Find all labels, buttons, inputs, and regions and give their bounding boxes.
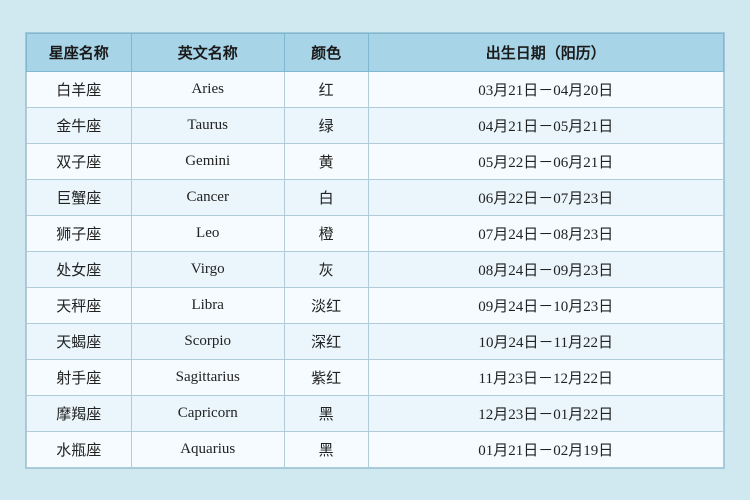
cell-date: 11月23日－12月22日 [368, 359, 724, 395]
cell-color: 白 [284, 179, 368, 215]
cell-english: Scorpio [131, 323, 284, 359]
cell-chinese: 摩羯座 [27, 395, 132, 431]
cell-color: 黑 [284, 395, 368, 431]
cell-color: 深红 [284, 323, 368, 359]
cell-color: 橙 [284, 215, 368, 251]
cell-english: Taurus [131, 107, 284, 143]
header-chinese: 星座名称 [27, 33, 132, 71]
cell-date: 10月24日－11月22日 [368, 323, 724, 359]
cell-chinese: 巨蟹座 [27, 179, 132, 215]
cell-chinese: 天秤座 [27, 287, 132, 323]
cell-english: Cancer [131, 179, 284, 215]
cell-date: 07月24日－08月23日 [368, 215, 724, 251]
cell-date: 06月22日－07月23日 [368, 179, 724, 215]
cell-color: 黑 [284, 431, 368, 467]
table-row: 金牛座Taurus绿04月21日－05月21日 [27, 107, 724, 143]
table-row: 狮子座Leo橙07月24日－08月23日 [27, 215, 724, 251]
cell-chinese: 天蝎座 [27, 323, 132, 359]
cell-color: 紫红 [284, 359, 368, 395]
cell-chinese: 处女座 [27, 251, 132, 287]
table-header-row: 星座名称 英文名称 颜色 出生日期（阳历） [27, 33, 724, 71]
table-row: 双子座Gemini黄05月22日－06月21日 [27, 143, 724, 179]
table-row: 水瓶座Aquarius黑01月21日－02月19日 [27, 431, 724, 467]
cell-date: 05月22日－06月21日 [368, 143, 724, 179]
cell-chinese: 金牛座 [27, 107, 132, 143]
cell-english: Capricorn [131, 395, 284, 431]
table-row: 巨蟹座Cancer白06月22日－07月23日 [27, 179, 724, 215]
table-body: 白羊座Aries红03月21日－04月20日金牛座Taurus绿04月21日－0… [27, 71, 724, 467]
table-row: 天蝎座Scorpio深红10月24日－11月22日 [27, 323, 724, 359]
cell-date: 09月24日－10月23日 [368, 287, 724, 323]
table-row: 射手座Sagittarius紫红11月23日－12月22日 [27, 359, 724, 395]
cell-english: Gemini [131, 143, 284, 179]
cell-date: 12月23日－01月22日 [368, 395, 724, 431]
cell-date: 04月21日－05月21日 [368, 107, 724, 143]
cell-chinese: 射手座 [27, 359, 132, 395]
cell-chinese: 狮子座 [27, 215, 132, 251]
cell-english: Leo [131, 215, 284, 251]
cell-date: 03月21日－04月20日 [368, 71, 724, 107]
cell-english: Aries [131, 71, 284, 107]
header-english: 英文名称 [131, 33, 284, 71]
header-date: 出生日期（阳历） [368, 33, 724, 71]
cell-chinese: 双子座 [27, 143, 132, 179]
cell-chinese: 水瓶座 [27, 431, 132, 467]
cell-english: Aquarius [131, 431, 284, 467]
cell-color: 淡红 [284, 287, 368, 323]
cell-color: 灰 [284, 251, 368, 287]
cell-english: Sagittarius [131, 359, 284, 395]
cell-date: 08月24日－09月23日 [368, 251, 724, 287]
table-row: 天秤座Libra淡红09月24日－10月23日 [27, 287, 724, 323]
cell-english: Libra [131, 287, 284, 323]
cell-english: Virgo [131, 251, 284, 287]
cell-color: 红 [284, 71, 368, 107]
zodiac-table: 星座名称 英文名称 颜色 出生日期（阳历） 白羊座Aries红03月21日－04… [26, 33, 724, 468]
table-row: 处女座Virgo灰08月24日－09月23日 [27, 251, 724, 287]
table-row: 摩羯座Capricorn黑12月23日－01月22日 [27, 395, 724, 431]
cell-color: 绿 [284, 107, 368, 143]
cell-date: 01月21日－02月19日 [368, 431, 724, 467]
header-color: 颜色 [284, 33, 368, 71]
zodiac-table-container: 星座名称 英文名称 颜色 出生日期（阳历） 白羊座Aries红03月21日－04… [25, 32, 725, 469]
table-row: 白羊座Aries红03月21日－04月20日 [27, 71, 724, 107]
cell-color: 黄 [284, 143, 368, 179]
cell-chinese: 白羊座 [27, 71, 132, 107]
